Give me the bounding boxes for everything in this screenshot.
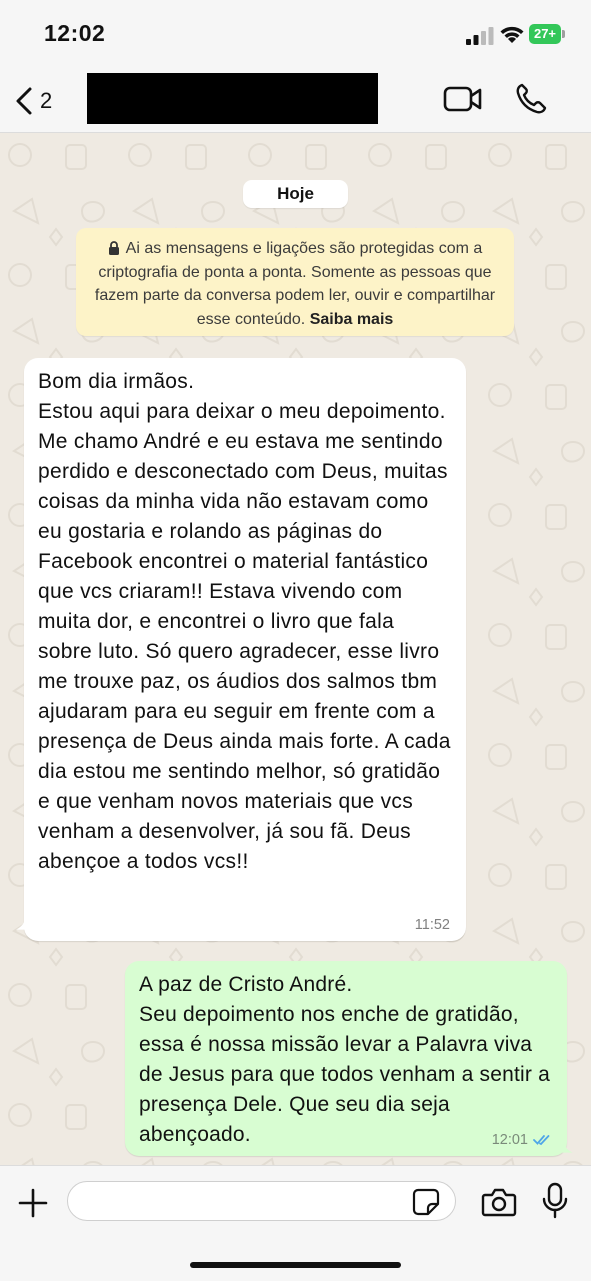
battery-level: 27+ <box>529 24 561 44</box>
incoming-message[interactable]: Bom dia irmãos. Estou aqui para deixar o… <box>24 358 466 941</box>
phone-icon[interactable] <box>514 82 548 116</box>
battery-indicator: 27+ <box>529 24 567 44</box>
plus-icon[interactable] <box>16 1186 50 1220</box>
contact-name-redacted[interactable]: [redacted] <box>87 73 378 124</box>
chevron-left-icon <box>16 87 32 115</box>
signal-icon <box>466 27 494 45</box>
lock-icon <box>108 241 119 255</box>
composer-bar <box>0 1165 591 1281</box>
video-call-icon[interactable] <box>443 84 483 114</box>
status-time: 12:02 <box>44 20 106 46</box>
incoming-bubble-tail <box>16 913 33 930</box>
message-time: 11:52 <box>414 917 450 933</box>
back-button[interactable]: 2 <box>14 83 76 119</box>
outgoing-message[interactable]: A paz de Cristo André. Seu depoimento no… <box>125 961 567 1156</box>
home-indicator <box>190 1262 401 1268</box>
unread-count: 2 <box>40 88 53 113</box>
message-time: 12:01 <box>491 1132 528 1148</box>
message-text: A paz de Cristo André. Seu depoimento no… <box>139 973 550 1146</box>
wifi-icon <box>500 26 524 43</box>
message-meta: 12:01 <box>492 1132 553 1148</box>
encryption-notice-text: Ai as mensagens e ligações são protegida… <box>94 240 496 328</box>
status-bar: 12:02 27+ <box>0 0 591 70</box>
message-text: Bom dia irmãos. Estou aqui para deixar o… <box>38 370 451 873</box>
encryption-notice[interactable]: Ai as mensagens e ligações são protegida… <box>76 228 514 336</box>
camera-icon[interactable] <box>481 1186 517 1218</box>
read-receipt-icon <box>533 1135 550 1146</box>
microphone-icon[interactable] <box>541 1182 569 1220</box>
chat-area[interactable]: Hoje Ai as mensagens e ligações são prot… <box>0 133 591 1165</box>
chat-header: 2 [redacted] <box>0 70 591 133</box>
date-chip: Hoje <box>243 180 348 208</box>
outgoing-bubble-tail <box>556 1136 573 1153</box>
learn-more-link[interactable]: Saiba mais <box>310 311 394 328</box>
message-input[interactable] <box>67 1181 456 1221</box>
sticker-icon[interactable] <box>412 1188 440 1216</box>
battery-cap <box>562 30 565 38</box>
